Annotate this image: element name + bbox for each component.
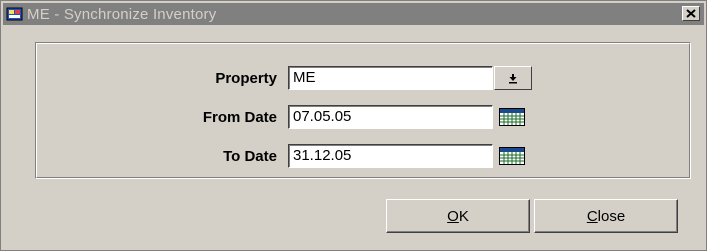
dropdown-arrow-icon	[509, 74, 517, 84]
property-dropdown-button[interactable]	[494, 66, 532, 90]
close-icon	[686, 9, 696, 18]
calendar-icon	[499, 147, 525, 165]
title-bar: ME - Synchronize Inventory	[3, 3, 704, 25]
ok-label-rest: K	[458, 207, 469, 225]
to-date-label: To Date	[223, 148, 277, 165]
from-date-field[interactable]: 07.05.05	[288, 105, 493, 129]
app-icon	[6, 6, 24, 22]
close-label-rest: lose	[597, 207, 626, 225]
window-title: ME - Synchronize Inventory	[27, 5, 217, 23]
close-button[interactable]: Close	[534, 199, 678, 233]
property-label: Property	[215, 70, 277, 87]
property-field[interactable]: ME	[288, 66, 493, 90]
from-date-label: From Date	[202, 109, 277, 126]
ok-mnemonic: O	[447, 207, 459, 225]
to-date-field[interactable]: 31.12.05	[288, 144, 493, 168]
close-window-button[interactable]	[682, 6, 700, 21]
from-date-calendar-button[interactable]	[494, 105, 530, 129]
dialog-window: ME - Synchronize Inventory Property ME F…	[0, 0, 707, 251]
ok-button[interactable]: OK	[386, 199, 530, 233]
to-date-calendar-button[interactable]	[494, 144, 530, 168]
calendar-icon	[499, 108, 525, 126]
close-mnemonic: C	[586, 207, 598, 225]
